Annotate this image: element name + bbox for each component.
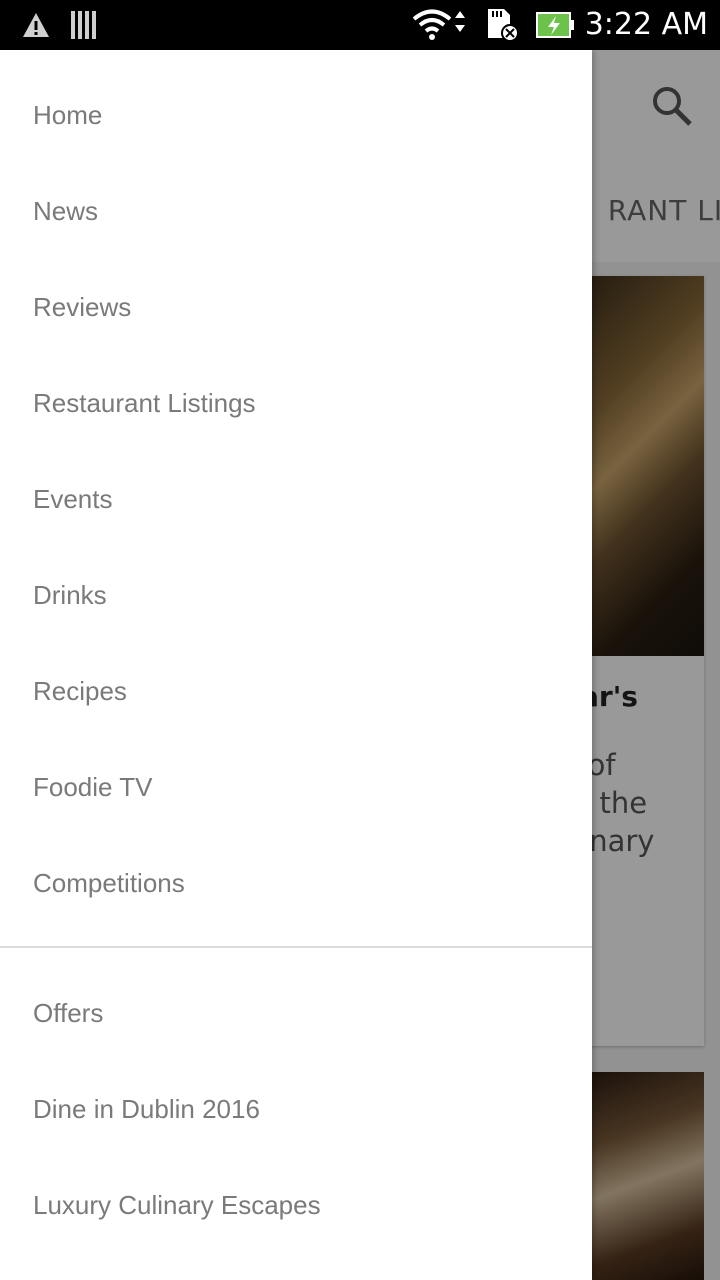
nav-item-label: Recipes <box>33 675 127 706</box>
nav-item-label: Foodie TV <box>33 771 153 802</box>
nav-item-label: Competitions <box>33 867 185 898</box>
nav-item-events[interactable]: Events <box>0 451 592 547</box>
nav-item-news[interactable]: News <box>0 163 592 259</box>
nav-item-restaurant-listings[interactable]: Restaurant Listings <box>0 355 592 451</box>
sd-card-icon <box>484 0 520 50</box>
nav-item-label: News <box>33 195 99 226</box>
nav-item-offers[interactable]: Offers <box>0 965 592 1061</box>
navigation-drawer: Home News Reviews Restaurant Listings Ev… <box>0 50 592 1280</box>
nav-item-label: Luxury Culinary Escapes <box>33 1189 321 1220</box>
nav-item-label: Offers <box>33 997 104 1028</box>
nav-item-home[interactable]: Home <box>0 67 592 163</box>
nav-item-label: Reviews <box>33 291 132 322</box>
nav-item-label: Restaurant Listings <box>33 387 256 418</box>
drawer-divider <box>0 946 592 948</box>
nav-item-competitions[interactable]: Competitions <box>0 835 592 931</box>
nav-item-dine-in-dublin-2016[interactable]: Dine in Dublin 2016 <box>0 1061 592 1157</box>
nav-item-drinks[interactable]: Drinks <box>0 547 592 643</box>
nav-item-label: Events <box>33 483 113 514</box>
nav-item-label: Dine in Dublin 2016 <box>33 1093 260 1124</box>
nav-item-foodie-tv[interactable]: Foodie TV <box>0 739 592 835</box>
battery-charging-icon <box>536 0 576 50</box>
nav-item-label: Drinks <box>33 579 107 610</box>
wifi-icon <box>412 0 468 50</box>
status-bar: 3:22 AM <box>0 0 720 50</box>
nav-item-reviews[interactable]: Reviews <box>0 259 592 355</box>
status-time: 3:22 AM <box>584 7 708 42</box>
nav-item-recipes[interactable]: Recipes <box>0 643 592 739</box>
barcode-icon <box>70 0 98 50</box>
warning-icon <box>22 0 50 50</box>
nav-item-label: Home <box>33 99 103 130</box>
nav-item-luxury-culinary-escapes[interactable]: Luxury Culinary Escapes <box>0 1157 592 1253</box>
